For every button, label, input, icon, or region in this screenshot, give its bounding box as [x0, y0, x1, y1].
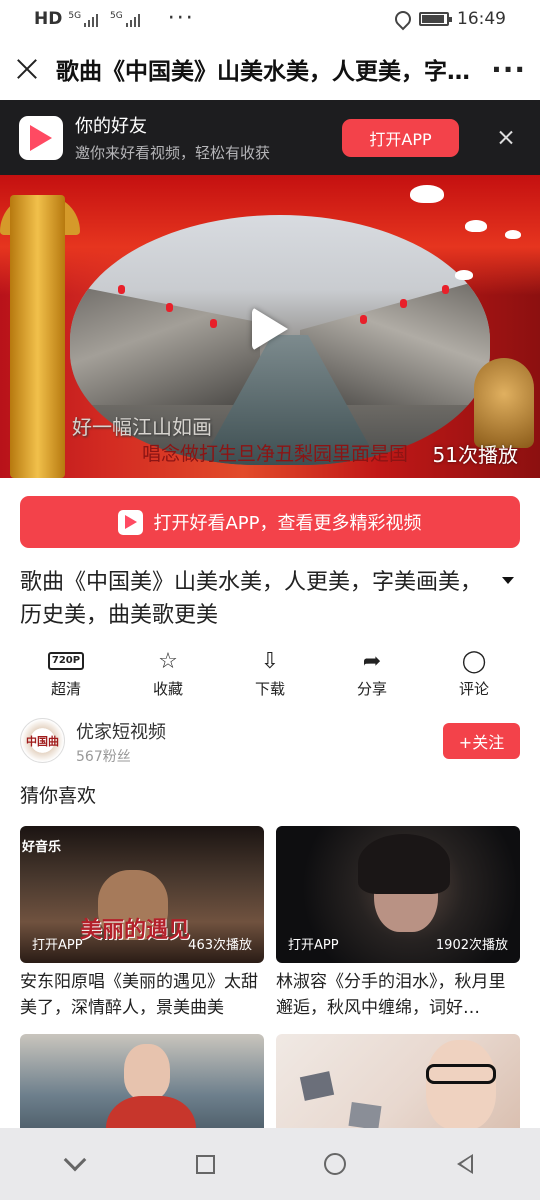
action-label: 超清	[50, 680, 81, 698]
share-button[interactable]: ➦ 分享	[321, 648, 423, 699]
video-lyric-line-2: 唱念做打生旦净丑梨园里面是国	[142, 443, 409, 465]
app-download-banner: 你的好友 邀你来好看视频，轻松有收获 打开APP	[0, 100, 540, 175]
back-triangle-icon	[457, 1154, 473, 1174]
video-thumbnail[interactable]: 好音乐 美丽的遇见 打开APP 463次播放	[20, 826, 264, 963]
status-bar: HD 5G 5G ··· 16:49	[0, 0, 540, 38]
circle-icon	[324, 1153, 346, 1175]
banner-close-icon[interactable]	[496, 128, 516, 148]
follow-button[interactable]: +关注	[443, 723, 520, 759]
card-title[interactable]: 林淑容《分手的泪水》，秋月里邂逅，秋风中缠绵，词好…	[276, 969, 520, 1021]
video-thumbnail[interactable]: 打开APP 1902次播放	[276, 826, 520, 963]
author-name[interactable]: 优家短视频	[76, 718, 166, 744]
battery-icon	[419, 12, 452, 26]
banner-title: 你的好友	[75, 116, 147, 137]
open-app-button[interactable]: 打开APP	[342, 119, 459, 157]
action-label: 下载	[254, 680, 285, 698]
comment-icon: ◯	[461, 648, 487, 674]
avatar-text: 中国曲	[26, 734, 59, 748]
hd-720p-icon: 720P	[47, 652, 85, 670]
favorite-button[interactable]: ☆ 收藏	[117, 648, 219, 699]
action-label: 分享	[356, 680, 387, 698]
thumb-caption: 美丽的遇见	[80, 918, 191, 943]
download-icon: ⇩	[260, 648, 280, 674]
title-bar: 歌曲《中国美》山美水美，人更美，字美画美，历史美，曲美歌更美 ···	[0, 38, 540, 100]
recommend-card[interactable]: 好音乐 美丽的遇见 打开APP 463次播放 安东阳原唱《美丽的遇见》太甜美了，…	[20, 826, 264, 1021]
nav-back-button[interactable]	[445, 1144, 485, 1184]
thumb-corner-text: 好音乐	[22, 840, 62, 855]
thumb-open-app[interactable]: 打开APP	[32, 934, 83, 953]
comment-button[interactable]: ◯ 评论	[423, 648, 525, 699]
video-title: 歌曲《中国美》山美水美，人更美，字美画美，历史美，曲美歌更美	[20, 570, 483, 628]
star-icon: ☆	[158, 648, 178, 674]
chevron-down-icon	[63, 1148, 87, 1172]
video-lyric-line-1: 好一幅江山如画	[72, 415, 212, 439]
fan-count: 567粉丝	[76, 749, 131, 765]
clock: 16:49	[457, 9, 506, 29]
quality-button[interactable]: 720P 超清	[15, 648, 117, 699]
location-icon	[391, 7, 415, 31]
action-bar: 720P 超清 ☆ 收藏 ⇩ 下载 ➦ 分享 ◯ 评论	[15, 648, 525, 699]
banner-subtitle: 邀你来好看视频，轻松有收获	[75, 144, 271, 162]
share-icon: ➦	[362, 648, 382, 674]
download-button[interactable]: ⇩ 下载	[219, 648, 321, 699]
recommend-section-title: 猜你喜欢	[20, 785, 97, 807]
signal-icon: 5G	[68, 11, 99, 27]
action-label: 收藏	[152, 680, 183, 698]
huabiao-pillar-image	[10, 195, 65, 478]
haokan-app-logo-icon	[118, 509, 144, 535]
play-icon[interactable]	[252, 307, 288, 351]
nav-home-button[interactable]	[315, 1144, 355, 1184]
expand-caret-icon[interactable]	[502, 577, 514, 584]
more-options-icon[interactable]: ···	[491, 53, 526, 86]
system-nav-bar	[0, 1128, 540, 1200]
status-overflow-icon: ···	[167, 6, 195, 31]
page-title: 歌曲《中国美》山美水美，人更美，字美画美，历史美，曲美歌更美	[56, 59, 483, 85]
network-label: HD	[34, 9, 63, 29]
video-player[interactable]: 好一幅江山如画 唱念做打生旦净丑梨园里面是国 51次播放	[0, 175, 540, 478]
signal-icon-2: 5G	[110, 11, 140, 27]
haokan-app-logo-icon	[19, 115, 63, 160]
card-title[interactable]: 安东阳原唱《美丽的遇见》太甜美了，深情醉人，景美曲美	[20, 969, 264, 1021]
nav-collapse-button[interactable]	[55, 1144, 95, 1184]
square-icon	[195, 1154, 215, 1174]
open-app-cta-button[interactable]: 打开好看APP，查看更多精彩视频	[20, 496, 520, 548]
cta-label: 打开好看APP，查看更多精彩视频	[153, 513, 422, 534]
recommend-card[interactable]: 打开APP 1902次播放 林淑容《分手的泪水》，秋月里邂逅，秋风中缠绵，词好…	[276, 826, 520, 1021]
nav-recents-button[interactable]	[185, 1144, 225, 1184]
action-label: 评论	[458, 680, 489, 698]
stone-lion-image	[474, 358, 534, 448]
thumb-open-app[interactable]: 打开APP	[288, 934, 339, 953]
thumb-play-count: 463次播放	[188, 938, 252, 953]
close-icon[interactable]	[14, 56, 40, 82]
thumb-play-count: 1902次播放	[435, 938, 508, 953]
play-count: 51次播放	[432, 443, 518, 467]
author-avatar[interactable]: 中国曲	[20, 718, 65, 763]
